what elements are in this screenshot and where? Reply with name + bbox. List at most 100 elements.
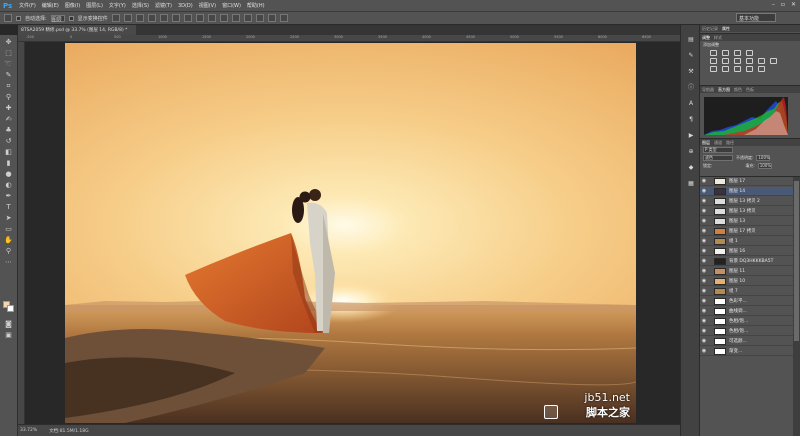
3d-rotate-button[interactable] <box>267 14 276 22</box>
tab-styles[interactable]: 样式 <box>714 35 722 41</box>
hand-tool-icon[interactable]: ✋ <box>3 236 14 245</box>
more-tools-icon[interactable]: ⋯ <box>3 258 14 267</box>
visibility-eye-icon[interactable]: ◉ <box>700 318 708 324</box>
layer-row[interactable]: ◉ 图层 10 <box>700 277 793 286</box>
visibility-eye-icon[interactable]: ◉ <box>700 208 708 214</box>
actions-panel-icon[interactable]: ▶ <box>686 131 696 140</box>
type-tool-icon[interactable]: T <box>3 203 14 212</box>
visibility-eye-icon[interactable]: ◉ <box>700 178 708 184</box>
tab-histogram[interactable]: 直方图 <box>718 87 730 93</box>
background-color-swatch[interactable] <box>7 305 14 312</box>
quick-select-tool-icon[interactable]: ✎ <box>3 71 14 80</box>
layer-row[interactable]: ◉ 背景 DQ3HKKKBA5T <box>700 257 793 266</box>
align-bottom-button[interactable] <box>135 14 144 22</box>
screen-mode-icon[interactable]: ▣ <box>3 331 14 340</box>
marquee-tool-icon[interactable]: ⬚ <box>3 49 14 58</box>
visibility-eye-icon[interactable]: ◉ <box>700 248 708 254</box>
menu-select[interactable]: 选择(S) <box>132 2 149 9</box>
canvas-area[interactable]: jb51.net 脚本之家 <box>25 42 680 424</box>
timeline-panel-icon[interactable]: ▦ <box>686 179 696 188</box>
layer-row[interactable]: ◉ 图层 14 <box>700 187 793 196</box>
curves-icon[interactable] <box>734 50 741 56</box>
gradient-tool-icon[interactable]: ▮ <box>3 159 14 168</box>
zoom-tool-icon[interactable]: ⚲ <box>3 247 14 256</box>
distribute-hcenter-button[interactable] <box>231 14 240 22</box>
tab-navigator[interactable]: 导航器 <box>702 87 714 93</box>
document-tab[interactable]: 8TSA2059 精修.psd @ 33.7% (图层 14, RGB/8) * <box>18 25 136 35</box>
eraser-tool-icon[interactable]: ◧ <box>3 148 14 157</box>
visibility-eye-icon[interactable]: ◉ <box>700 268 708 274</box>
quick-mask-icon[interactable]: ◙ <box>3 320 14 329</box>
visibility-eye-icon[interactable]: ◉ <box>700 328 708 334</box>
character-panel-icon[interactable]: A <box>686 99 696 108</box>
clone-stamp-tool-icon[interactable]: ♣ <box>3 126 14 135</box>
align-hcenter-button[interactable] <box>159 14 168 22</box>
path-select-tool-icon[interactable]: ➤ <box>3 214 14 223</box>
layer-row[interactable]: ◉ 组 1 <box>700 237 793 246</box>
visibility-eye-icon[interactable]: ◉ <box>700 228 708 234</box>
blur-tool-icon[interactable]: ● <box>3 170 14 179</box>
selective-color-icon[interactable] <box>758 66 765 72</box>
distribute-top-button[interactable] <box>183 14 192 22</box>
layer-row[interactable]: ◉ 渐变... <box>700 347 793 356</box>
clone-source-icon[interactable]: ⊕ <box>686 147 696 156</box>
layer-row[interactable]: ◉ 色相/饱... <box>700 317 793 326</box>
menu-file[interactable]: 文件(F) <box>19 2 36 9</box>
hue-saturation-icon[interactable] <box>722 58 729 64</box>
menu-help[interactable]: 帮助(H) <box>247 2 265 9</box>
levels-icon[interactable] <box>722 50 729 56</box>
layer-row[interactable]: ◉ 图层 17 拷贝 <box>700 227 793 236</box>
brush-tool-icon[interactable]: ✍ <box>3 115 14 124</box>
lasso-tool-icon[interactable]: ➰ <box>3 60 14 69</box>
visibility-eye-icon[interactable]: ◉ <box>700 188 708 194</box>
wedding-photo-canvas[interactable]: jb51.net 脚本之家 <box>65 43 636 423</box>
invert-icon[interactable] <box>710 66 717 72</box>
zoom-level[interactable]: 33.72% <box>20 428 37 433</box>
visibility-eye-icon[interactable]: ◉ <box>700 338 708 344</box>
healing-brush-tool-icon[interactable]: ✚ <box>3 104 14 113</box>
layer-row[interactable]: ◉ 图层 13 拷贝 2 <box>700 197 793 206</box>
workspace-dropdown[interactable]: 基本功能 <box>736 13 776 22</box>
layer-row[interactable]: ◉ 图层 11 <box>700 267 793 276</box>
menu-window[interactable]: 窗口(W) <box>222 2 241 9</box>
layer-row[interactable]: ◉ 图层 13 拷贝 <box>700 207 793 216</box>
layer-row[interactable]: ◉ 图层 13 <box>700 217 793 226</box>
visibility-eye-icon[interactable]: ◉ <box>700 298 708 304</box>
layers-scroll-thumb[interactable] <box>794 181 799 341</box>
info-panel-icon[interactable]: ⓘ <box>686 83 696 92</box>
visibility-eye-icon[interactable]: ◉ <box>700 238 708 244</box>
3d-mode-button[interactable] <box>255 14 264 22</box>
blend-mode-select[interactable]: 滤色 <box>703 155 733 161</box>
gradient-map-icon[interactable] <box>746 66 753 72</box>
crop-tool-icon[interactable]: ⌗ <box>3 82 14 91</box>
paragraph-panel-icon[interactable]: ¶ <box>686 115 696 124</box>
threshold-icon[interactable] <box>734 66 741 72</box>
maximize-button[interactable]: ▫ <box>781 1 785 8</box>
distribute-vcenter-button[interactable] <box>195 14 204 22</box>
layer-row[interactable]: ◉ 曲线调... <box>700 307 793 316</box>
close-button[interactable]: ✕ <box>791 1 796 8</box>
visibility-eye-icon[interactable]: ◉ <box>700 258 708 264</box>
layer-row[interactable]: ◉ 图层 16 <box>700 247 793 256</box>
menu-image[interactable]: 图像(I) <box>65 2 80 9</box>
distribute-left-button[interactable] <box>219 14 228 22</box>
vibrance-icon[interactable] <box>710 58 717 64</box>
layer-row[interactable]: ◉ 可选颜... <box>700 337 793 346</box>
align-left-button[interactable] <box>147 14 156 22</box>
exposure-icon[interactable] <box>746 50 753 56</box>
menu-type[interactable]: 文字(Y) <box>109 2 126 9</box>
minimize-button[interactable]: – <box>772 1 775 8</box>
tab-layers[interactable]: 图层 <box>702 140 710 146</box>
fill-input[interactable]: 100% <box>757 163 772 169</box>
dodge-tool-icon[interactable]: ◐ <box>3 181 14 190</box>
color-balance-icon[interactable] <box>734 58 741 64</box>
layer-row[interactable]: ◉ 图层 17 <box>700 177 793 186</box>
layer-row[interactable]: ◉ 色相/饱... <box>700 327 793 336</box>
auto-select-dropdown[interactable]: 图层 <box>50 14 65 23</box>
layer-row[interactable]: ◉ 组 7 <box>700 287 793 296</box>
visibility-eye-icon[interactable]: ◉ <box>700 278 708 284</box>
shape-tool-icon[interactable]: ▭ <box>3 225 14 234</box>
menu-view[interactable]: 视图(V) <box>199 2 216 9</box>
layer-row[interactable]: ◉ 色彩平... <box>700 297 793 306</box>
align-vcenter-button[interactable] <box>123 14 132 22</box>
